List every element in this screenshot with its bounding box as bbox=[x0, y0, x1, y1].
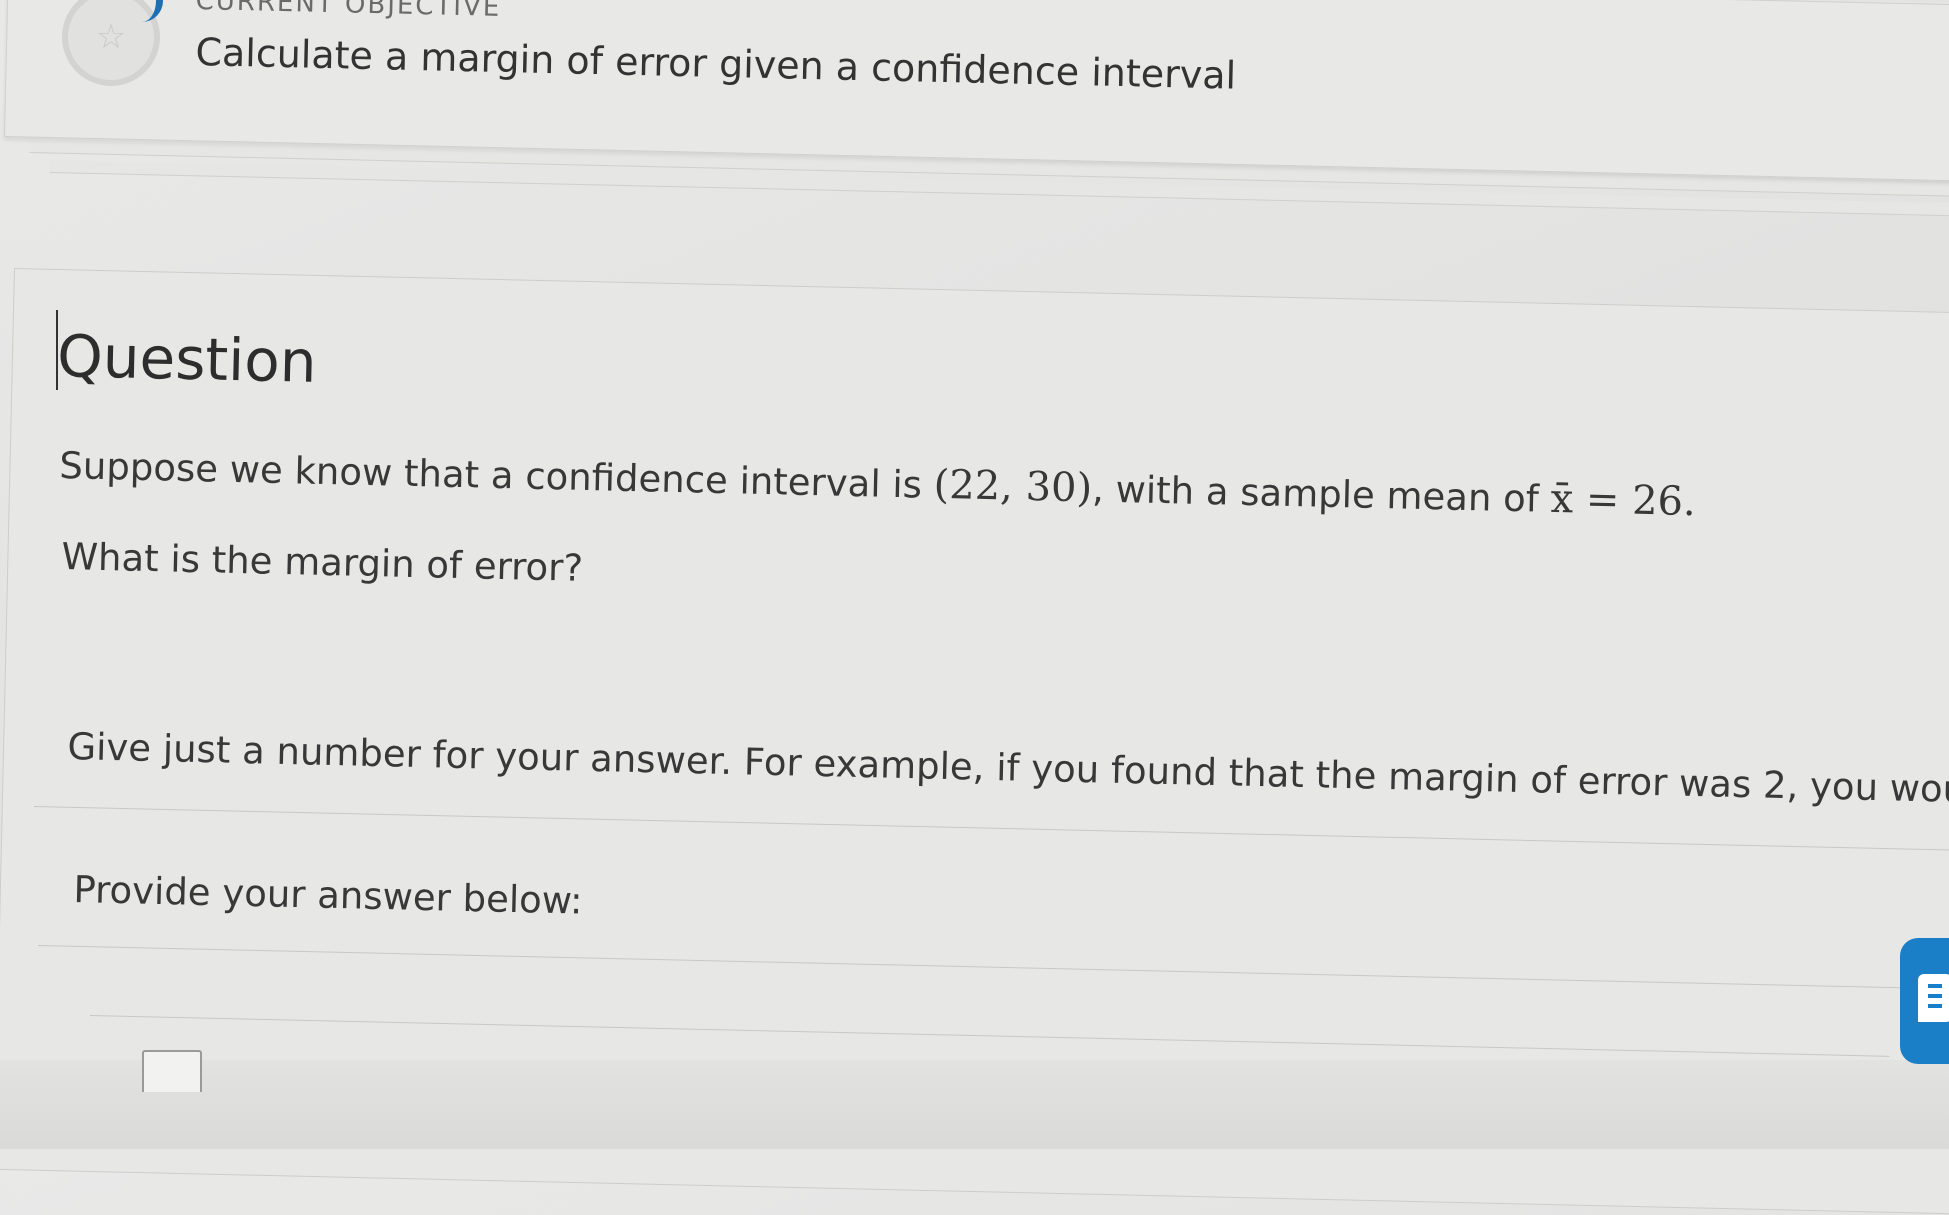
lower-page-area bbox=[0, 1060, 1949, 1149]
help-chat-button[interactable] bbox=[1900, 938, 1949, 1064]
answer-input[interactable] bbox=[142, 1050, 202, 1092]
confidence-interval: (22, 30) bbox=[933, 461, 1093, 512]
chat-icon bbox=[1918, 974, 1949, 1022]
question-text-middle: , with a sample mean of bbox=[1091, 467, 1540, 521]
sample-mean: x̄ = 26 bbox=[1550, 475, 1684, 525]
star-icon: ☆ bbox=[95, 17, 127, 57]
question-heading: Question bbox=[56, 322, 318, 396]
question-text-suffix: . bbox=[1682, 478, 1697, 526]
